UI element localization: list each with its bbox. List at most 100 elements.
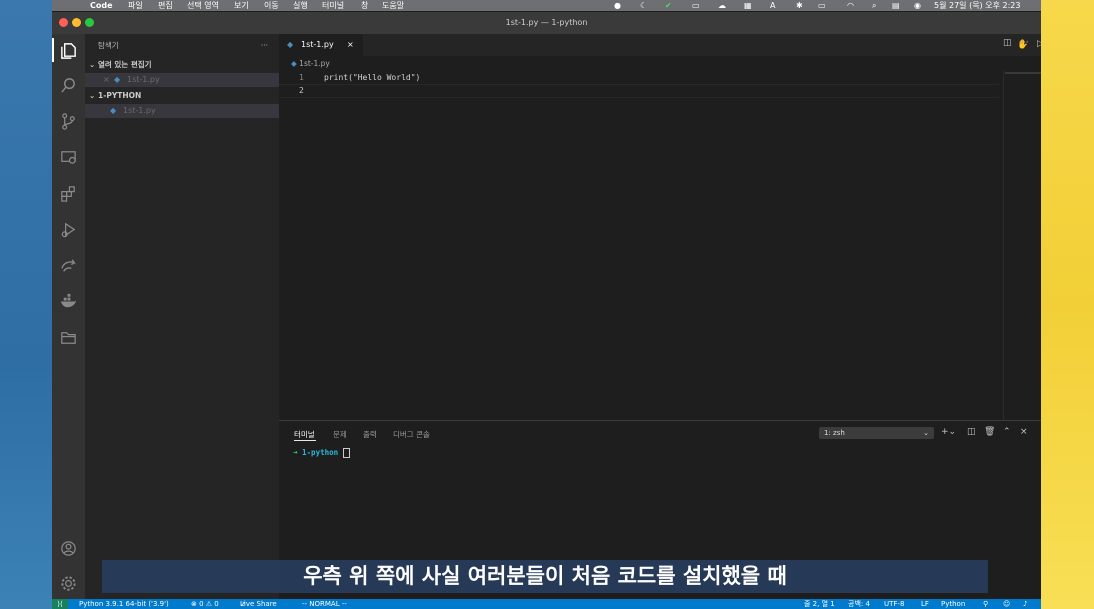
terminal-cursor (342, 448, 350, 458)
cursor-position[interactable]: 줄 2, 열 1 (804, 599, 835, 609)
language-mode[interactable]: Python (941, 599, 965, 609)
python-file-icon: ◆ (110, 106, 117, 115)
close-icon[interactable]: × (103, 73, 110, 87)
project-manager-icon[interactable] (59, 328, 78, 347)
battery-icon[interactable]: ▭ (818, 0, 826, 11)
menu-selection[interactable]: 선택 영역 (187, 0, 219, 11)
live-share-icon[interactable] (59, 256, 78, 275)
control-center-icon[interactable]: ▤ (892, 0, 900, 11)
menu-go[interactable]: 이동 (264, 0, 279, 11)
menu-terminal[interactable]: 터미널 (322, 0, 344, 11)
input-source-icon[interactable]: A (770, 0, 775, 11)
folder-file-item[interactable]: ◆ 1st-1.py (85, 104, 279, 118)
trash-icon[interactable]: 🗑 (984, 427, 995, 437)
broadcast-icon[interactable]: ⚲ (983, 599, 988, 609)
indentation[interactable]: 공백: 4 (848, 599, 870, 609)
menu-edit[interactable]: 편집 (158, 0, 173, 11)
search-icon[interactable]: ⌕ (872, 0, 876, 11)
menubar-app-name[interactable]: Code (90, 0, 113, 11)
chevron-up-icon[interactable]: ⌃ (1003, 427, 1011, 437)
code-text: print("Hello World") (324, 73, 421, 82)
vim-mode: -- NORMAL -- (302, 600, 347, 608)
zoom-window-button[interactable] (85, 18, 94, 27)
terminal-select[interactable]: 1: zsh ⌄ (819, 427, 934, 439)
prompt-arrow: ➜ (293, 448, 298, 457)
explorer-header: 탐색기 ··· (98, 39, 268, 53)
terminal-prompt[interactable]: ➜ 1-python (293, 448, 350, 458)
wifi-icon[interactable]: ◠ (847, 0, 854, 11)
minimize-window-button[interactable] (72, 18, 81, 27)
source-control-icon[interactable] (59, 112, 78, 131)
open-editors-section[interactable]: ⌄ 열려 있는 편집기 (85, 58, 279, 72)
video-subtitle: 우측 위 쪽에 사실 여러분들이 처음 코드를 설치했을 때 (102, 560, 988, 593)
python-file-icon: ◆ (287, 40, 294, 49)
python-interpreter[interactable]: Python 3.9.1 64-bit ('3.9') (79, 599, 169, 609)
run-debug-icon[interactable] (59, 220, 78, 239)
run-file-icon[interactable]: ▷ (1037, 39, 1041, 49)
docker-icon[interactable] (59, 292, 78, 311)
activity-bar (52, 34, 85, 599)
code-line-1[interactable]: 1 print("Hello World") (279, 72, 999, 84)
explorer-sidebar: 탐색기 ··· ⌄ 열려 있는 편집기 × ◆ 1st-1.py ⌄ 1-PYT… (85, 34, 279, 599)
minimap-border (1003, 70, 1004, 439)
bluetooth-icon[interactable]: ✱ (796, 0, 803, 11)
code-line-2[interactable]: 2 (279, 84, 999, 98)
moon-icon[interactable]: ☾ (640, 0, 647, 11)
accounts-icon[interactable] (59, 539, 78, 558)
mac-menubar: Code 파일 편집 선택 영역 보기 이동 실행 터미널 창 도움말 ● ☾ … (52, 0, 1041, 11)
background-right (1041, 0, 1094, 609)
titlebar: 1st-1.py — 1-python (52, 12, 1041, 34)
end-of-line[interactable]: LF (921, 599, 929, 609)
tab-problems[interactable]: 문제 (333, 429, 347, 440)
display-icon[interactable]: ▭ (692, 0, 700, 11)
background-left (0, 0, 52, 609)
tab-output[interactable]: 출력 (363, 429, 377, 440)
close-panel-icon[interactable]: × (1020, 427, 1028, 437)
close-window-button[interactable] (59, 18, 68, 27)
more-icon[interactable]: ··· (1020, 38, 1029, 48)
check-icon[interactable]: ✔ (665, 0, 672, 11)
tab-1st-1-py[interactable]: ◆ 1st-1.py × (279, 34, 363, 56)
cloud-icon[interactable]: ☁ (718, 0, 726, 11)
remote-indicator-icon[interactable]: ⟩⟨ (52, 599, 68, 609)
bell-icon[interactable]: ♪ (1023, 599, 1027, 609)
problems-count[interactable]: ⊗ 0 ⚠ 0 (191, 599, 219, 609)
menu-run[interactable]: 실행 (293, 0, 308, 11)
keyboard-icon[interactable]: ▦ (744, 0, 752, 11)
gear-icon[interactable] (59, 574, 78, 593)
feedback-icon[interactable]: ☺ (1003, 599, 1010, 609)
python-file-icon: ◆ (291, 59, 297, 68)
add-terminal-icon[interactable]: +⌄ (941, 427, 956, 437)
more-actions-button[interactable]: ··· (261, 39, 268, 53)
tab-debug-console[interactable]: 디버그 콘솔 (393, 429, 430, 440)
chevron-down-icon: ⌄ (89, 91, 96, 100)
menu-help[interactable]: 도움말 (382, 0, 404, 11)
menu-window[interactable]: 창 (361, 0, 368, 11)
menu-view[interactable]: 보기 (234, 0, 249, 11)
split-editor-icon[interactable]: ◫ (1003, 38, 1012, 48)
siri-icon[interactable]: ◉ (914, 0, 921, 11)
tab-active-underline (294, 440, 316, 441)
tab-terminal[interactable]: 터미널 (294, 429, 315, 440)
extensions-icon[interactable] (59, 184, 78, 203)
breadcrumb[interactable]: ◆ 1st-1.py (291, 59, 330, 68)
menu-file[interactable]: 파일 (128, 0, 143, 11)
chevron-down-icon: ⌄ (89, 60, 96, 69)
window-title: 1st-1.py — 1-python (505, 18, 588, 27)
close-tab-icon[interactable]: × (347, 34, 354, 56)
search-icon[interactable] (59, 76, 78, 95)
encoding[interactable]: UTF-8 (884, 599, 904, 609)
minimap[interactable] (1005, 72, 1041, 74)
status-tray-icon[interactable]: ● (614, 0, 621, 11)
line-number: 2 (299, 86, 304, 95)
active-indicator (52, 38, 54, 62)
folder-section[interactable]: ⌄ 1-PYTHON (85, 89, 279, 103)
split-terminal-icon[interactable]: ◫ (967, 427, 976, 437)
open-editor-item[interactable]: × ◆ 1st-1.py (85, 73, 279, 87)
vscode-window: 1st-1.py — 1-python 탐색기 ··· ⌄ 열려 있는 편집기 … (52, 12, 1041, 609)
menubar-clock[interactable]: 5월 27일 (목) 오후 2:23 (934, 0, 1020, 11)
explorer-icon[interactable] (59, 41, 78, 60)
remote-explorer-icon[interactable] (59, 148, 78, 167)
chevron-down-icon: ⌄ (923, 429, 929, 437)
line-number: 1 (299, 73, 304, 82)
